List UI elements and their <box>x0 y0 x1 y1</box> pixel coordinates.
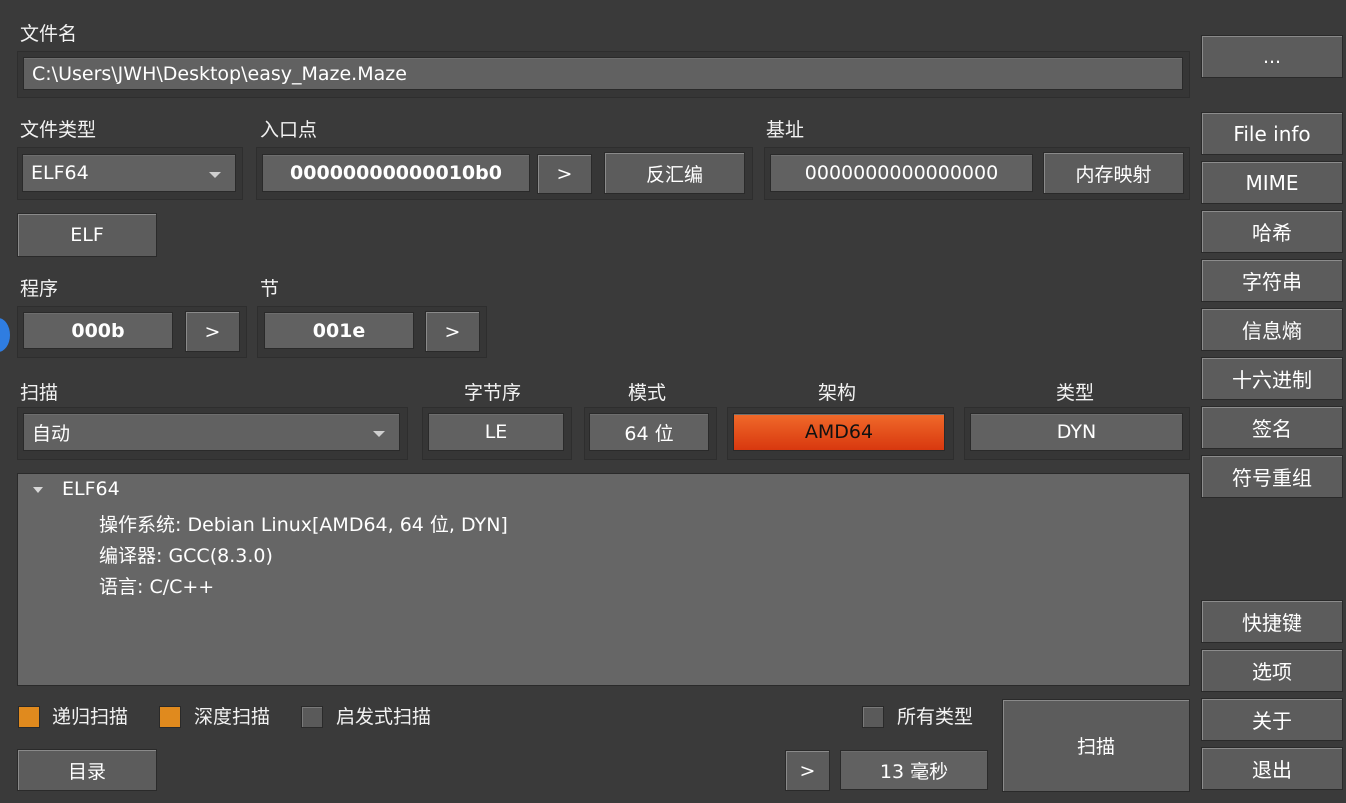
directory-button[interactable]: 目录 <box>17 749 157 791</box>
mime-button[interactable]: MIME <box>1201 161 1343 204</box>
file-name-label: 文件名 <box>20 23 78 45</box>
chevron-down-icon <box>373 431 385 437</box>
heuristic-scan-checkbox[interactable] <box>301 706 323 728</box>
options-button[interactable]: 选项 <box>1201 649 1343 692</box>
strings-button[interactable]: 字符串 <box>1201 259 1343 302</box>
memory-map-button[interactable]: 内存映射 <box>1043 152 1184 194</box>
hex-button[interactable]: 十六进制 <box>1201 357 1343 400</box>
endianness-value: LE <box>428 413 564 451</box>
scan-time-value: 13 毫秒 <box>840 750 988 790</box>
program-value[interactable]: 000b <box>23 312 173 349</box>
tree-expand-icon[interactable] <box>33 487 43 493</box>
arch-value: AMD64 <box>733 413 945 451</box>
type-value: DYN <box>970 413 1183 451</box>
tree-item-os[interactable]: 操作系统: Debian Linux[AMD64, 64 位, DYN] <box>99 510 508 537</box>
scan-value: 自动 <box>32 422 71 445</box>
deep-scan-label[interactable]: 深度扫描 <box>194 705 270 729</box>
file-type-label: 文件类型 <box>20 119 97 141</box>
mode-label: 模式 <box>628 382 667 404</box>
file-info-button[interactable]: File info <box>1201 112 1343 155</box>
recursive-scan-checkbox[interactable] <box>18 706 40 728</box>
scan-button[interactable]: 扫描 <box>1002 699 1190 792</box>
about-button[interactable]: 关于 <box>1201 698 1343 741</box>
tree-item-compiler[interactable]: 编译器: GCC(8.3.0) <box>99 541 273 568</box>
hash-button[interactable]: 哈希 <box>1201 210 1343 253</box>
entry-point-value[interactable]: 00000000000010b0 <box>262 154 530 192</box>
program-go-button[interactable]: > <box>185 311 240 352</box>
mode-value: 64 位 <box>589 413 709 451</box>
heuristic-scan-label[interactable]: 启发式扫描 <box>336 705 431 729</box>
elf-button[interactable]: ELF <box>17 213 157 257</box>
demangle-button[interactable]: 符号重组 <box>1201 455 1343 498</box>
scan-label: 扫描 <box>20 382 59 404</box>
endianness-label: 字节序 <box>464 382 522 404</box>
file-type-value: ELF64 <box>31 162 89 184</box>
file-path-input[interactable]: C:\Users\JWH\Desktop\easy_Maze.Maze <box>23 57 1183 90</box>
entry-point-label: 入口点 <box>260 119 318 141</box>
section-go-button[interactable]: > <box>425 311 480 352</box>
all-types-label[interactable]: 所有类型 <box>897 705 973 729</box>
program-label: 程序 <box>20 278 59 300</box>
tree-root-elf64[interactable]: ELF64 <box>62 478 120 500</box>
entry-point-go-button[interactable]: > <box>537 154 592 194</box>
time-go-button[interactable]: > <box>785 750 830 791</box>
tree-item-language[interactable]: 语言: C/C++ <box>99 572 214 599</box>
signatures-button[interactable]: 签名 <box>1201 406 1343 449</box>
browse-button[interactable]: ... <box>1201 35 1343 78</box>
entropy-button[interactable]: 信息熵 <box>1201 308 1343 351</box>
deep-scan-checkbox[interactable] <box>159 706 181 728</box>
shortcuts-button[interactable]: 快捷键 <box>1201 600 1343 643</box>
base-address-label: 基址 <box>766 119 805 141</box>
arch-label: 架构 <box>818 382 857 404</box>
chevron-down-icon <box>209 172 221 178</box>
all-types-checkbox[interactable] <box>862 706 884 728</box>
base-address-value[interactable]: 0000000000000000 <box>770 154 1033 192</box>
disassemble-button[interactable]: 反汇编 <box>604 152 745 194</box>
scan-select[interactable]: 自动 <box>23 413 400 451</box>
side-handle-icon <box>0 318 10 352</box>
section-label: 节 <box>260 278 280 300</box>
section-value[interactable]: 001e <box>264 312 414 349</box>
file-type-select[interactable]: ELF64 <box>22 154 236 192</box>
exit-button[interactable]: 退出 <box>1201 747 1343 790</box>
type-label: 类型 <box>1056 382 1095 404</box>
recursive-scan-label[interactable]: 递归扫描 <box>52 705 128 729</box>
